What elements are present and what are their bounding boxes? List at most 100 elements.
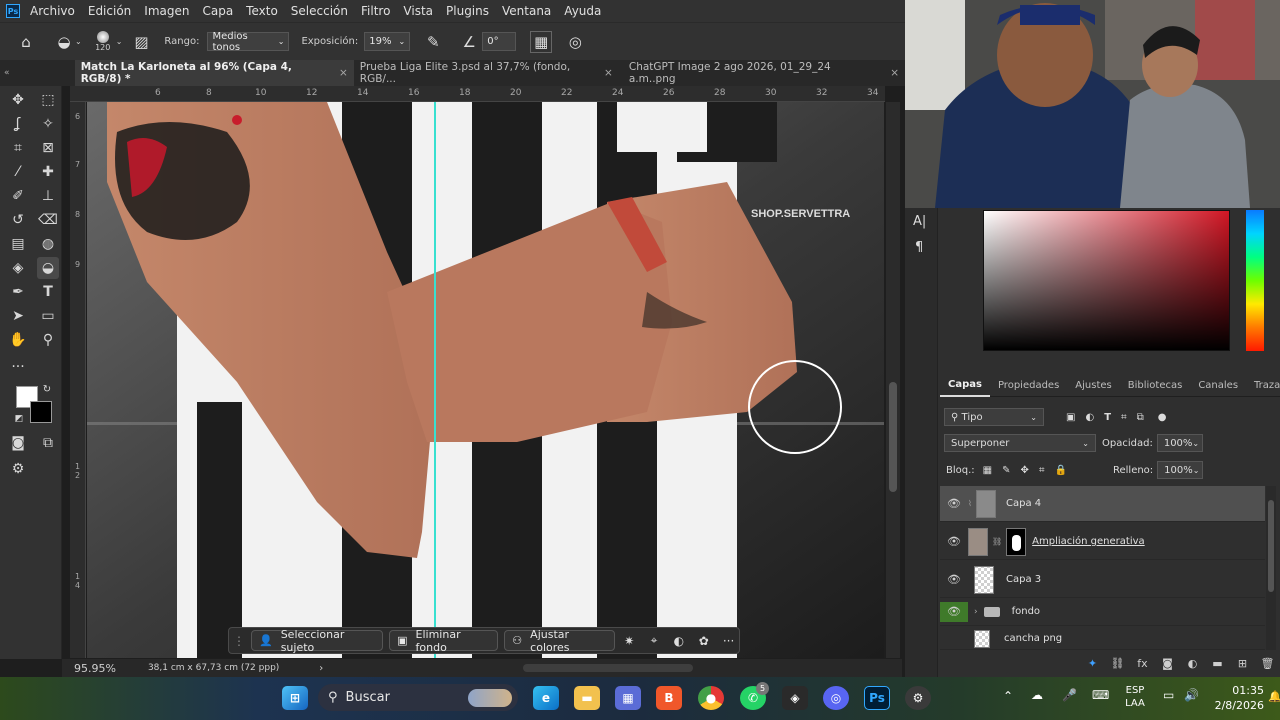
- tray-app-icon[interactable]: ☁: [1031, 688, 1043, 702]
- screen-mode-icon[interactable]: ⧉: [37, 432, 59, 454]
- scroll-thumb[interactable]: [889, 382, 897, 492]
- menu-archivo[interactable]: Archivo: [30, 4, 75, 18]
- marquee-tool-icon[interactable]: ⬚: [37, 89, 59, 111]
- menu-plugins[interactable]: Plugins: [446, 4, 489, 18]
- generative-icon[interactable]: ✿: [693, 630, 714, 651]
- menu-edicion[interactable]: Edición: [88, 4, 131, 18]
- delete-layer-icon[interactable]: 🗑: [1255, 657, 1280, 670]
- davinci-icon[interactable]: ◈: [782, 686, 808, 710]
- more-tools-icon[interactable]: ···: [7, 356, 29, 378]
- app-taskbar-icon[interactable]: ⚙: [905, 686, 931, 710]
- eye-icon[interactable]: 👁: [940, 535, 968, 548]
- mask-icon[interactable]: ◐: [668, 630, 689, 651]
- drag-handle-icon[interactable]: ⋮: [233, 634, 245, 648]
- discord-icon[interactable]: ◎: [823, 686, 849, 710]
- menu-ventana[interactable]: Ventana: [502, 4, 551, 18]
- exposure-input[interactable]: 19% ⌄: [364, 32, 411, 51]
- tab-ajustes[interactable]: Ajustes: [1067, 375, 1119, 397]
- collapse-panels-icon[interactable]: «: [4, 68, 17, 78]
- scroll-thumb[interactable]: [1268, 500, 1274, 592]
- adjust-colors-button[interactable]: ⚇ Ajustar colores: [504, 628, 615, 654]
- quick-mask-icon[interactable]: ◙: [7, 432, 29, 454]
- windows-start-icon[interactable]: ⊞: [282, 686, 308, 710]
- close-icon[interactable]: ×: [339, 67, 348, 79]
- menu-texto[interactable]: Texto: [246, 4, 278, 18]
- color-picker-field[interactable]: [983, 210, 1230, 351]
- new-adjustment-icon[interactable]: ◐: [1180, 657, 1205, 670]
- burn-tool-icon[interactable]: ◒: [37, 257, 59, 279]
- transform-icon[interactable]: ⌖: [644, 630, 665, 651]
- file-explorer-icon[interactable]: ▬: [574, 686, 600, 710]
- microphone-icon[interactable]: 🎤: [1062, 688, 1077, 702]
- paint-bucket-tool-icon[interactable]: ◈: [7, 257, 29, 279]
- chevron-up-icon[interactable]: ⌃: [1003, 689, 1013, 703]
- menu-vista[interactable]: Vista: [403, 4, 433, 18]
- layer-name[interactable]: cancha png: [1004, 633, 1062, 644]
- chrome-icon[interactable]: ●: [698, 686, 724, 710]
- angle-input[interactable]: 0°: [482, 32, 517, 51]
- airbrush-icon[interactable]: ✎: [422, 31, 444, 53]
- tab-capas[interactable]: Capas: [940, 375, 990, 397]
- keyboard-icon[interactable]: ⌨: [1092, 688, 1109, 702]
- brush-settings-icon[interactable]: ▨: [130, 31, 152, 53]
- tab-document-1[interactable]: Match La Karloneta al 96% (Capa 4, RGB/8…: [74, 60, 354, 86]
- clone-stamp-tool-icon[interactable]: ⊥: [37, 185, 59, 207]
- pixel-filter-icon[interactable]: ▣: [1066, 412, 1075, 423]
- tab-bibliotecas[interactable]: Bibliotecas: [1120, 375, 1191, 397]
- brush-tool-icon[interactable]: ✐: [7, 185, 29, 207]
- blur-tool-icon[interactable]: ◍: [37, 233, 59, 255]
- network-icon[interactable]: ▭: [1163, 688, 1174, 702]
- lock-all-icon[interactable]: 🔒: [1055, 465, 1067, 476]
- character-panel-icon[interactable]: A|: [913, 214, 926, 229]
- layer-mask-thumbnail[interactable]: [1006, 527, 1027, 556]
- tab-propiedades[interactable]: Propiedades: [990, 375, 1067, 397]
- volume-icon[interactable]: 🔊: [1184, 688, 1199, 702]
- fill-input[interactable]: 100% ⌄: [1157, 461, 1204, 479]
- chain-link-icon[interactable]: ⛓: [992, 537, 1002, 546]
- burn-tool-preset-icon[interactable]: ◒: [53, 31, 75, 53]
- zoom-level[interactable]: 95.95%: [74, 662, 116, 675]
- pressure-size-icon[interactable]: ◎: [564, 31, 586, 53]
- smart-object-filter-icon[interactable]: ⧉: [1137, 412, 1144, 423]
- opacity-input[interactable]: 100% ⌄: [1156, 434, 1203, 452]
- select-subject-button[interactable]: 👤 Seleccionar sujeto: [251, 628, 384, 654]
- photoshop-taskbar-icon[interactable]: Ps: [864, 686, 890, 710]
- crop-tool-icon[interactable]: ⌗: [7, 137, 29, 159]
- blend-mode-select[interactable]: Superponer ⌄: [944, 434, 1096, 452]
- adjustment-filter-icon[interactable]: ◐: [1085, 412, 1094, 423]
- swap-colors-icon[interactable]: ↻: [40, 382, 54, 396]
- move-tool-icon[interactable]: ✥: [7, 89, 29, 111]
- lock-pixels-icon[interactable]: ✎: [1002, 465, 1010, 476]
- history-brush-tool-icon[interactable]: ↺: [7, 209, 29, 231]
- chevron-right-icon[interactable]: ›: [319, 663, 323, 674]
- generative-fill-icon[interactable]: ✦: [1080, 657, 1105, 670]
- filter-toggle-icon[interactable]: ●: [1158, 412, 1167, 423]
- new-layer-icon[interactable]: ⊞: [1230, 657, 1255, 670]
- path-selection-tool-icon[interactable]: ➤: [7, 305, 29, 327]
- layer-row-capa-4[interactable]: 👁 ⌇ Capa 4: [940, 486, 1265, 522]
- layer-row-ampliacion-generativa[interactable]: 👁 ⛓ Ampliación generativa: [940, 524, 1265, 560]
- layer-name[interactable]: Ampliación generativa: [1032, 536, 1145, 547]
- menu-seleccion[interactable]: Selección: [291, 4, 348, 18]
- remove-background-button[interactable]: ▣ Eliminar fondo: [389, 628, 499, 654]
- protect-tones-icon[interactable]: ▦: [530, 30, 553, 53]
- eye-icon[interactable]: 👁: [940, 573, 968, 586]
- layer-row-capa-3[interactable]: 👁 Capa 3: [940, 562, 1265, 598]
- link-layers-icon[interactable]: ⛓: [1105, 657, 1130, 670]
- brush-size-picker[interactable]: 120: [92, 31, 114, 52]
- tab-trazados[interactable]: Trazados: [1246, 375, 1280, 397]
- close-icon[interactable]: ×: [604, 67, 613, 79]
- lock-position-icon[interactable]: ✥: [1021, 465, 1029, 476]
- magic-wand-tool-icon[interactable]: ✧: [37, 113, 59, 135]
- document-canvas[interactable]: SHOP.SERVETTRA: [87, 102, 884, 658]
- background-color-swatch[interactable]: [30, 401, 52, 423]
- type-filter-icon[interactable]: T: [1104, 412, 1111, 423]
- menu-imagen[interactable]: Imagen: [144, 4, 189, 18]
- eye-icon[interactable]: 👁: [940, 601, 968, 622]
- canvas-vertical-scrollbar[interactable]: [886, 102, 900, 658]
- type-tool-icon[interactable]: T: [37, 281, 59, 303]
- eye-icon[interactable]: 👁: [940, 497, 968, 510]
- edge-icon[interactable]: e: [533, 686, 559, 710]
- layer-row-fondo[interactable]: 👁 › fondo: [940, 598, 1265, 626]
- hand-tool-icon[interactable]: ✋: [7, 329, 29, 351]
